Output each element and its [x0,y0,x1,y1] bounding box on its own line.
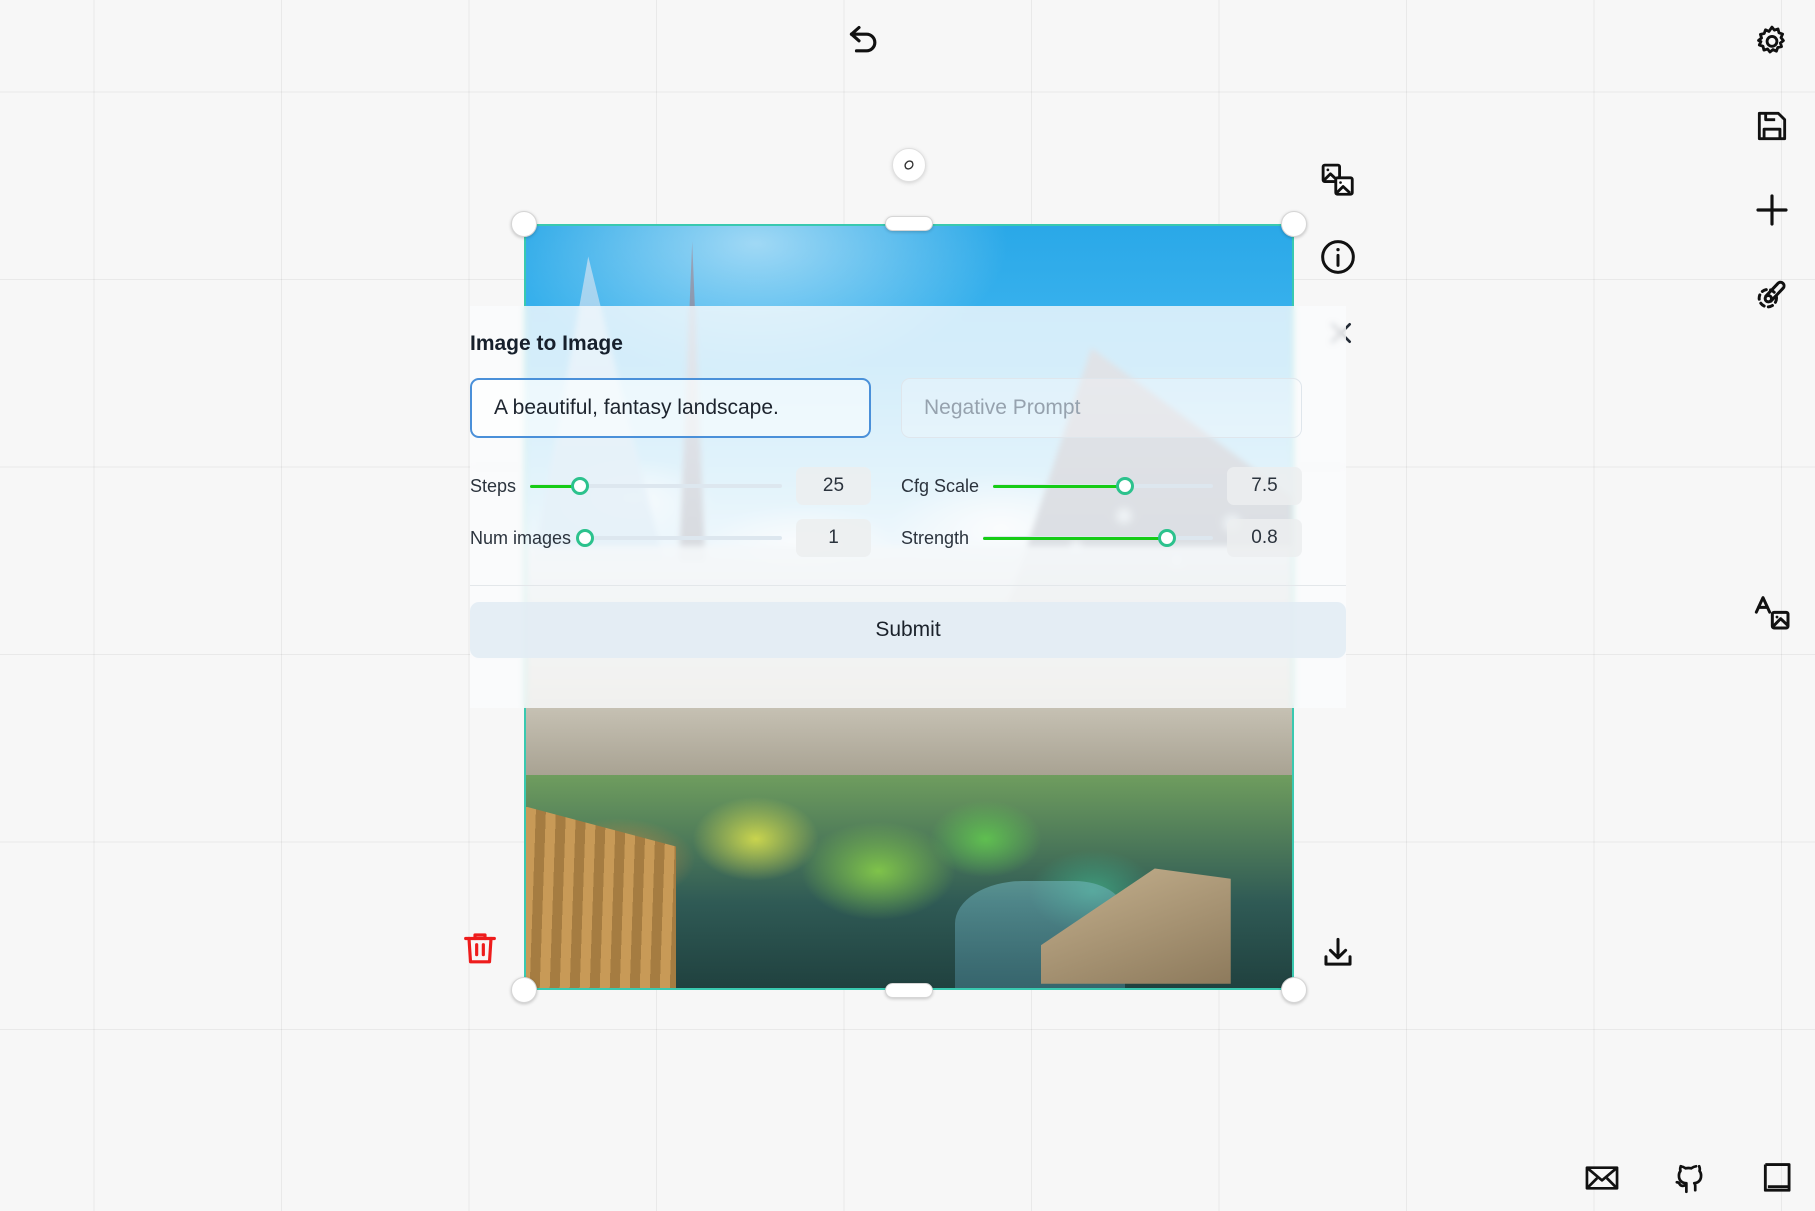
gear-icon [1757,25,1785,54]
resize-handle-bottom[interactable] [885,983,933,998]
delete-button[interactable] [452,920,508,976]
slider-value[interactable]: 25 [796,467,871,505]
slider-cfg-scale[interactable]: Cfg Scale 7.5 [901,465,1302,507]
slider-value[interactable]: 1 [796,519,871,557]
slider-label: Steps [470,475,517,496]
undo-button[interactable] [838,14,890,66]
download-icon [1324,937,1352,966]
submit-button[interactable]: Submit [470,602,1346,658]
slider-num-images[interactable]: Num images 1 [470,517,871,559]
rotate-handle[interactable] [892,148,926,182]
duplicate-image-button[interactable] [1310,152,1366,208]
resize-handle-top-left[interactable] [511,211,537,237]
resize-handle-top[interactable] [885,216,933,231]
slider-knob[interactable] [576,529,595,547]
download-button[interactable] [1310,925,1366,981]
mail-icon [1585,1166,1619,1190]
info-button[interactable] [1310,229,1366,285]
slider-label: Cfg Scale [901,475,980,496]
settings-button[interactable] [1730,0,1814,84]
email-link[interactable] [1579,1155,1625,1201]
slider-track-steps[interactable] [530,475,782,497]
slider-label: Num images [470,527,572,548]
plus-icon [1756,194,1788,226]
image-foliage [526,774,1292,988]
slider-knob[interactable] [1158,529,1176,547]
negative-prompt-placeholder: Negative Prompt [924,396,1081,419]
github-link[interactable] [1667,1155,1713,1201]
prompt-value: A beautiful, fantasy landscape. [494,396,779,419]
slider-track-cfg-scale[interactable] [993,475,1213,497]
slider-steps[interactable]: Steps 25 [470,465,871,507]
add-button[interactable] [1730,168,1814,252]
slider-value[interactable]: 0.8 [1227,519,1302,557]
slider-label: Strength [901,527,970,548]
trash-icon [464,933,496,964]
prompt-row: A beautiful, fantasy landscape. Negative… [470,378,1346,438]
slider-track-num-images[interactable] [576,527,782,549]
save-button[interactable] [1730,84,1814,168]
slider-value[interactable]: 7.5 [1227,467,1302,505]
resize-handle-bottom-left[interactable] [511,977,537,1003]
slider-grid: Steps 25 Cfg Scale 7.5 Num images 1 Stre… [470,465,1346,559]
brush-icon [1757,280,1786,309]
image-to-image-dialog: Image to Image A beautiful, fantasy land… [470,306,1346,708]
undo-icon [849,25,877,53]
info-icon [1321,240,1355,274]
negative-prompt-input[interactable]: Negative Prompt [901,378,1302,438]
dialog-divider [470,585,1346,586]
book-icon [1763,1163,1791,1192]
bottom-links [1579,1155,1801,1201]
floppy-disk-icon [1757,111,1787,141]
prompt-input[interactable]: A beautiful, fantasy landscape. [470,378,871,438]
slider-track-strength[interactable] [983,527,1213,549]
slider-fill [983,536,1167,540]
text-to-image-button[interactable] [1732,573,1812,653]
slider-strength[interactable]: Strength 0.8 [901,517,1302,559]
image-wood-structure [526,806,676,988]
brush-select-button[interactable] [1730,252,1814,336]
docs-link[interactable] [1755,1155,1801,1201]
dialog-title: Image to Image [470,332,623,355]
resize-handle-bottom-right[interactable] [1281,977,1307,1003]
slider-track [585,536,782,540]
github-icon [1675,1164,1703,1194]
text-image-icon [1754,596,1790,630]
slider-fill [993,484,1126,488]
rotate-icon [904,160,914,170]
resize-handle-top-right[interactable] [1281,211,1307,237]
duplicate-images-icon [1321,163,1354,196]
slider-knob[interactable] [571,477,590,495]
canvas-root[interactable]: Image to Image A beautiful, fantasy land… [0,0,1815,1211]
slider-knob[interactable] [1116,477,1135,495]
right-toolbar [1729,0,1815,336]
